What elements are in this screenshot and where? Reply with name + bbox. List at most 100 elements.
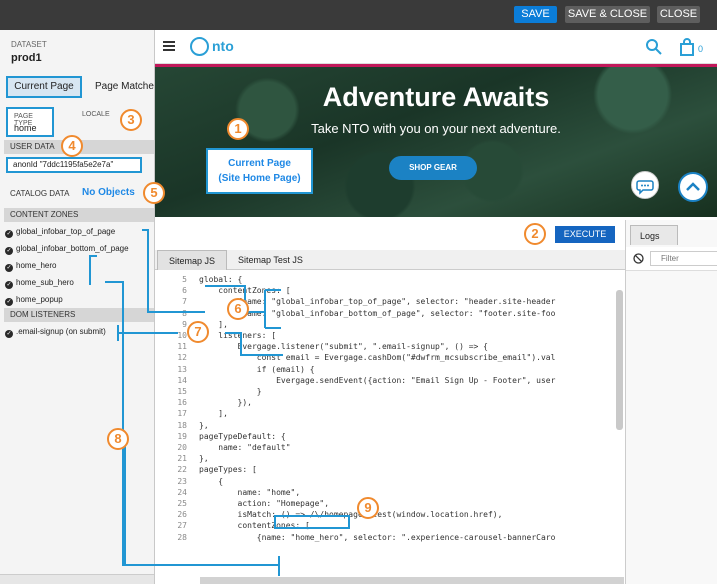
dom-listener-item[interactable]: ✓ .email-signup (on submit) bbox=[5, 327, 106, 338]
code-line: Evergage.sendEvent({action: "Email Sign … bbox=[199, 375, 556, 385]
code-line: }), bbox=[199, 398, 252, 408]
line-number: 7 bbox=[182, 297, 187, 307]
page-type-value: home bbox=[14, 123, 37, 133]
top-toolbar: SAVE SAVE & CLOSE CLOSE bbox=[0, 0, 717, 30]
hero-banner: Adventure Awaits Take NTO with you on yo… bbox=[155, 64, 717, 217]
check-icon: ✓ bbox=[5, 230, 13, 238]
code-editor[interactable]: 5 6 7 8 9 10 11 12 13 14 15 16 17 18 19 20 21 22 23 24 25 26 2… bbox=[155, 271, 625, 584]
check-icon: ✓ bbox=[5, 330, 13, 338]
code-line: listeners: [ bbox=[199, 331, 277, 340]
line-number: 5 bbox=[182, 275, 187, 284]
check-icon: ✓ bbox=[5, 281, 13, 289]
line-number: 19 bbox=[177, 431, 187, 441]
shop-gear-button[interactable]: SHOP GEAR bbox=[389, 156, 477, 180]
tab-sitemap-js[interactable]: Sitemap JS bbox=[157, 250, 228, 270]
execute-button[interactable]: EXECUTE bbox=[555, 226, 615, 243]
code-line: action: "Homepage", bbox=[199, 499, 330, 508]
line-number: 22 bbox=[177, 465, 187, 475]
content-zone-label: global_infobar_bottom_of_page bbox=[16, 244, 129, 253]
logs-panel: Logs bbox=[625, 220, 717, 584]
tab-current-page[interactable]: Current Page bbox=[6, 76, 82, 98]
code-line: pageTypeDefault: { bbox=[199, 431, 286, 441]
content-zone-label: global_infobar_top_of_page bbox=[16, 227, 116, 236]
line-number: 6 bbox=[182, 286, 187, 296]
page-type-box: PAGE TYPE home bbox=[6, 107, 54, 137]
code-line: pageTypes: [ bbox=[199, 465, 257, 475]
content-zone-item[interactable]: ✓ global_infobar_top_of_page bbox=[5, 227, 115, 238]
content-zone-item[interactable]: ✓ global_infobar_bottom_of_page bbox=[5, 244, 129, 255]
cart-count: 0 bbox=[698, 44, 704, 54]
content-zone-item[interactable]: ✓ home_popup bbox=[5, 295, 63, 306]
code-line: isMatch: () => /\/homepage/.test(window.… bbox=[199, 510, 503, 520]
code-line: global: { bbox=[199, 275, 243, 284]
hero-title: Adventure Awaits bbox=[322, 82, 550, 112]
content-zone-item[interactable]: ✓ home_sub_hero bbox=[5, 278, 74, 289]
line-number: 24 bbox=[177, 487, 187, 497]
code-line: }, bbox=[199, 420, 209, 430]
line-number: 9 bbox=[182, 319, 187, 329]
left-panel-scrollbar[interactable] bbox=[0, 574, 154, 584]
search-icon[interactable] bbox=[645, 38, 663, 56]
clear-logs-icon[interactable] bbox=[633, 253, 644, 264]
locale-label: LOCALE bbox=[82, 111, 110, 118]
hamburger-menu-icon[interactable] bbox=[163, 41, 175, 51]
anon-id-row: anonId "7ddc1195fa5e2e7a" bbox=[6, 157, 142, 173]
tab-sitemap-test-js[interactable]: Sitemap Test JS bbox=[227, 250, 314, 270]
content-zones-header: CONTENT ZONES bbox=[4, 208, 154, 222]
editor-tabs: Sitemap JS Sitemap Test JS bbox=[155, 250, 625, 270]
code-line: {name: "global_infobar_top_of_page", sel… bbox=[199, 297, 556, 307]
line-number: 23 bbox=[177, 476, 187, 486]
annotation-7: 7 bbox=[187, 321, 209, 343]
content-zone-label: home_sub_hero bbox=[16, 278, 74, 287]
line-number: 15 bbox=[177, 387, 187, 396]
line-number: 26 bbox=[177, 510, 187, 520]
dom-listener-label: .email-signup (on submit) bbox=[16, 327, 106, 336]
check-icon: ✓ bbox=[5, 298, 13, 306]
line-gutter: 5 6 7 8 9 10 11 12 13 14 15 16 17 18 19 20 21 22 23 24 25 26 2… bbox=[155, 271, 193, 584]
chevron-up-icon[interactable] bbox=[678, 172, 708, 202]
catalog-no-objects: No Objects bbox=[82, 187, 135, 198]
tab-logs[interactable]: Logs bbox=[630, 225, 678, 245]
code-line: {name: "home_hero", selector: ".experien… bbox=[199, 532, 556, 542]
line-number: 12 bbox=[177, 353, 187, 363]
line-number: 20 bbox=[177, 443, 187, 452]
save-button[interactable]: SAVE bbox=[514, 6, 557, 23]
current-page-note: Current Page (Site Home Page) bbox=[206, 148, 313, 194]
line-number: 21 bbox=[177, 454, 187, 464]
annotation-4: 4 bbox=[61, 135, 83, 157]
logo-icon bbox=[190, 37, 209, 56]
code-line: Evergage.listener("submit", ".email-sign… bbox=[199, 342, 488, 352]
line-number: 11 bbox=[177, 342, 187, 352]
line-number: 16 bbox=[177, 398, 187, 408]
content-zone-label: home_hero bbox=[16, 261, 57, 270]
line-number: 10 bbox=[177, 331, 187, 340]
code-line: if (email) { bbox=[199, 364, 315, 374]
annotation-1: 1 bbox=[227, 118, 249, 140]
check-icon: ✓ bbox=[5, 247, 13, 255]
content-zone-item[interactable]: ✓ home_hero bbox=[5, 261, 56, 272]
site-nav: nto 0 bbox=[155, 30, 717, 64]
shopping-bag-icon[interactable] bbox=[679, 38, 695, 56]
code-vertical-scrollbar[interactable] bbox=[616, 290, 623, 430]
hero-top-border bbox=[155, 64, 717, 67]
site-logo-text: nto bbox=[212, 38, 234, 54]
line-number: 8 bbox=[182, 308, 187, 318]
content-zone-label: home_popup bbox=[16, 295, 63, 304]
code-line: }, bbox=[199, 454, 209, 464]
annotation-5: 5 bbox=[143, 182, 165, 204]
logs-filter-input[interactable] bbox=[650, 251, 717, 266]
code-line: } bbox=[199, 387, 262, 396]
line-number: 27 bbox=[177, 521, 187, 531]
code-line: {name: "global_infobar_bottom_of_page", … bbox=[199, 308, 556, 318]
save-and-close-button[interactable]: SAVE & CLOSE bbox=[565, 6, 650, 23]
line-number: 25 bbox=[177, 499, 187, 508]
code-horizontal-scrollbar[interactable] bbox=[200, 577, 624, 584]
line-number: 13 bbox=[177, 364, 187, 374]
highlight-name-home bbox=[274, 515, 350, 529]
close-button[interactable]: CLOSE bbox=[657, 6, 700, 23]
annotation-3: 3 bbox=[120, 109, 142, 131]
chat-icon[interactable] bbox=[631, 171, 659, 199]
annotation-2: 2 bbox=[524, 223, 546, 245]
dataset-label: DATASET bbox=[11, 40, 47, 49]
tab-page-matches[interactable]: Page Matches bbox=[86, 76, 154, 98]
